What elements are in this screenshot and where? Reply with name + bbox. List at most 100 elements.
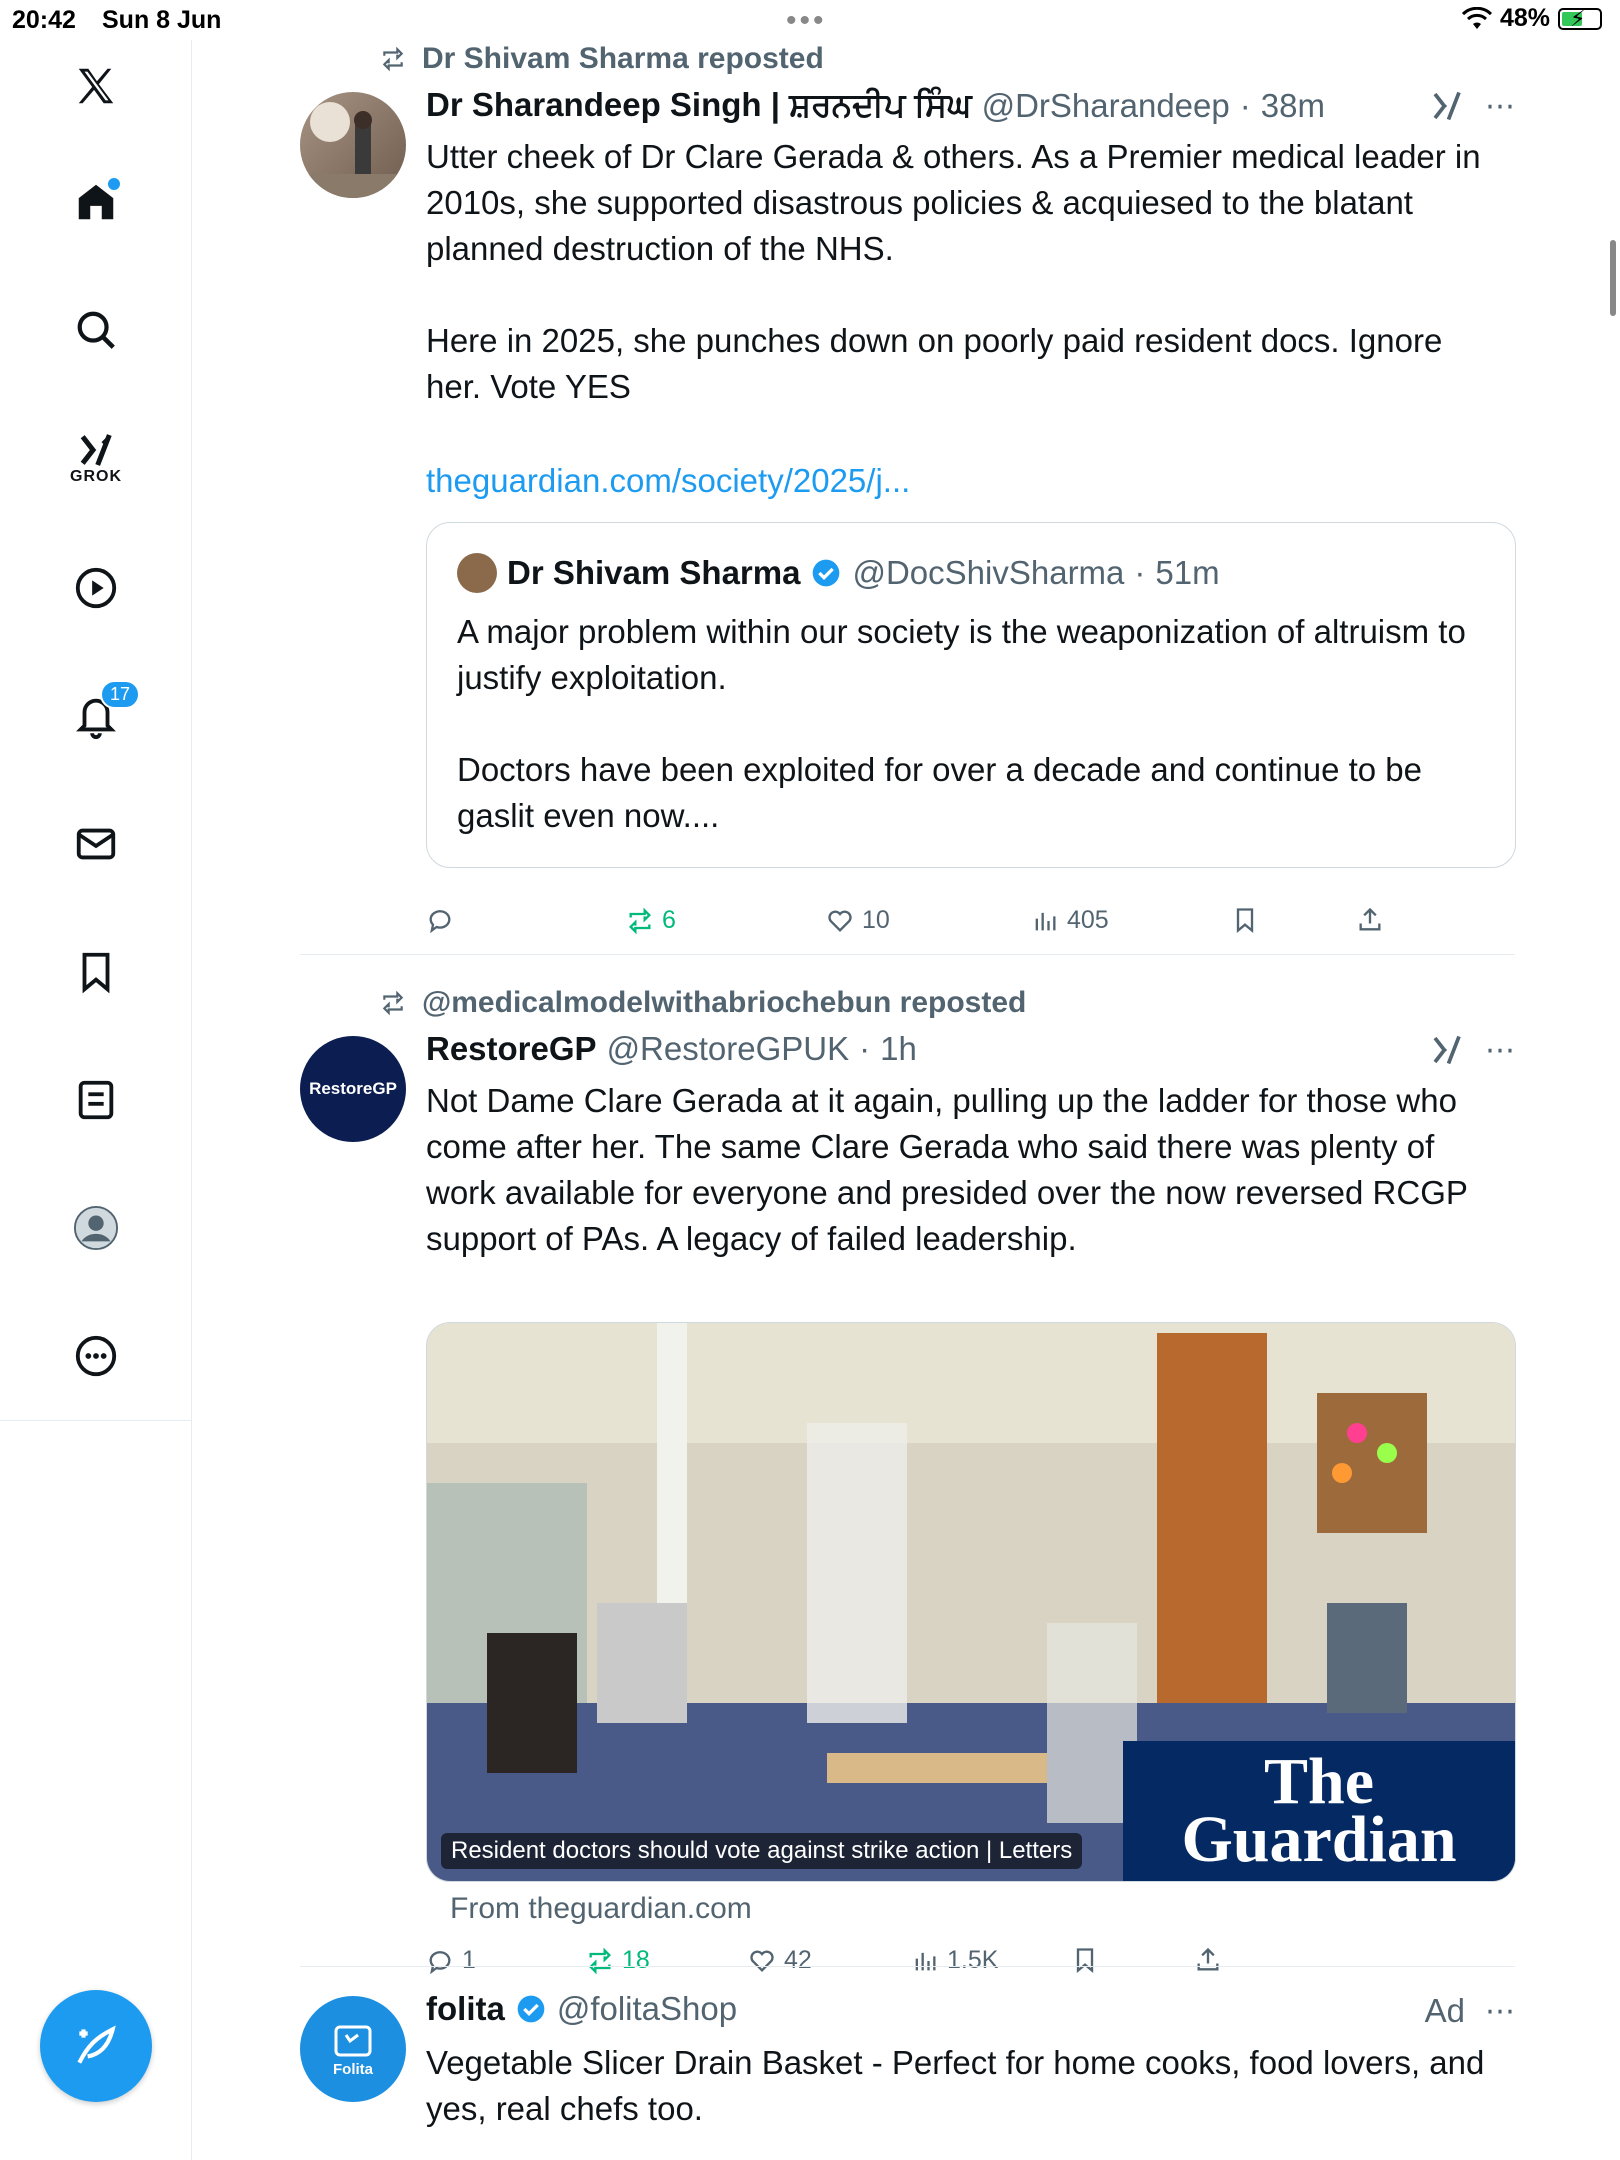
reply-icon xyxy=(429,1950,451,1974)
share-icon xyxy=(1359,907,1381,931)
post-divider xyxy=(300,954,1515,955)
post-text: Not Dame Clare Gerada at it again, pulli… xyxy=(426,1082,1477,1257)
search-icon[interactable] xyxy=(56,290,136,370)
avatar-logo-text: RestoreGP xyxy=(309,1079,397,1098)
author-avatar[interactable] xyxy=(300,92,406,198)
reply-icon xyxy=(429,910,451,934)
notifications-icon[interactable]: 17 xyxy=(56,676,141,756)
quote-time[interactable]: 51m xyxy=(1155,554,1219,592)
compose-post-button[interactable] xyxy=(40,1990,152,2102)
views-button[interactable]: 1.5K xyxy=(911,1946,998,1975)
post-time[interactable]: 1h xyxy=(880,1030,917,1068)
wifi-icon xyxy=(1461,6,1492,29)
views-count: 405 xyxy=(1067,906,1109,934)
author-avatar[interactable]: Folita xyxy=(300,1996,406,2102)
separator-dot: · xyxy=(1239,86,1251,124)
quoted-post[interactable]: Dr Shivam Sharma @DocShivSharma · 51m A … xyxy=(426,522,1516,868)
views-count: 1.5K xyxy=(947,1946,999,1974)
more-icon[interactable] xyxy=(56,1316,136,1396)
battery-icon: ⚡ xyxy=(1558,6,1602,31)
link-card-image[interactable]: Resident doctors should vote against str… xyxy=(426,1322,1516,1882)
author-name[interactable]: RestoreGP xyxy=(426,1030,597,1068)
post-header: RestoreGP @RestoreGPUK · 1h xyxy=(426,1030,917,1068)
post-header-right: Ad ⋯ xyxy=(1425,1992,1515,2030)
post-more-icon[interactable]: ⋯ xyxy=(1485,1033,1515,1068)
video-icon[interactable] xyxy=(56,548,136,628)
multitasking-dots-icon[interactable]: ••• xyxy=(786,4,827,38)
quote-avatar[interactable] xyxy=(457,553,497,593)
views-button[interactable]: 405 xyxy=(1031,906,1109,935)
repost-count: 18 xyxy=(622,1946,650,1974)
sidebar-divider xyxy=(0,1420,192,1421)
notifications-badge: 17 xyxy=(100,680,141,709)
status-time: 20:42 xyxy=(12,6,76,34)
post-text: Vegetable Slicer Drain Basket - Perfect … xyxy=(426,2044,1494,2127)
x-logo-icon[interactable] xyxy=(56,46,136,126)
author-name[interactable]: Dr Sharandeep Singh | ਸ਼ਰਨਦੀਪ ਸਿੰਘ xyxy=(426,86,972,125)
grok-explain-icon[interactable] xyxy=(1429,1032,1465,1068)
quote-header: Dr Shivam Sharma @DocShivSharma · 51m xyxy=(457,553,1220,593)
bookmark-button[interactable] xyxy=(1071,1946,1099,1974)
views-icon xyxy=(1035,912,1056,930)
repost-small-icon xyxy=(382,990,404,1016)
author-handle[interactable]: @folitaShop xyxy=(557,1990,737,2028)
post-header-right: ⋯ xyxy=(1429,1032,1515,1068)
post-header: folita @folitaShop xyxy=(426,1990,737,2028)
home-unread-dot xyxy=(108,178,120,190)
share-button[interactable] xyxy=(1356,906,1384,934)
scrollbar[interactable] xyxy=(1610,240,1616,316)
post-actions: 6 10 405 xyxy=(426,906,1426,946)
grok-explain-icon[interactable] xyxy=(1429,88,1465,124)
timeline-feed: Dr Shivam Sharma reposted Dr Sharandeep … xyxy=(300,40,1516,2160)
repost-by-label[interactable]: @medicalmodelwithabriochebun reposted xyxy=(422,986,1026,1020)
messages-icon[interactable] xyxy=(56,804,136,884)
repost-by-label[interactable]: Dr Shivam Sharma reposted xyxy=(422,42,824,76)
quote-text: A major problem within our society is th… xyxy=(457,613,1466,834)
verified-badge-icon xyxy=(813,559,840,587)
like-button[interactable]: 42 xyxy=(748,1946,812,1975)
repost-button[interactable]: 18 xyxy=(586,1946,650,1975)
bookmark-button[interactable] xyxy=(1231,906,1259,934)
share-button[interactable] xyxy=(1194,1946,1222,1974)
author-avatar[interactable]: RestoreGP xyxy=(300,1036,406,1142)
home-icon[interactable] xyxy=(56,162,136,242)
heart-icon xyxy=(750,1950,774,1972)
separator-dot: · xyxy=(1134,554,1146,591)
avatar-logo-text: Folita xyxy=(333,2060,373,2078)
profile-avatar-icon[interactable] xyxy=(56,1188,136,1268)
status-right: 48% ⚡ xyxy=(1461,4,1602,33)
lists-icon[interactable] xyxy=(56,1060,136,1140)
repost-indicator: @medicalmodelwithabriochebun reposted xyxy=(378,986,1026,1020)
author-handle[interactable]: @RestoreGPUK xyxy=(607,1030,850,1068)
like-button[interactable]: 10 xyxy=(826,906,890,935)
like-count: 42 xyxy=(784,1946,812,1974)
separator-dot: · xyxy=(859,1030,871,1067)
author-name[interactable]: folita xyxy=(426,1990,505,2028)
post-time[interactable]: 38m xyxy=(1261,87,1325,125)
ad-label: Ad xyxy=(1424,1992,1465,2029)
grok-label: GROK xyxy=(70,468,122,485)
folita-logo-icon xyxy=(334,2025,372,2056)
post-more-icon[interactable]: ⋯ xyxy=(1485,89,1515,124)
grok-icon[interactable]: GROK xyxy=(56,418,136,498)
repost-icon xyxy=(589,1947,611,1974)
bookmarks-icon[interactable] xyxy=(56,932,136,1012)
post-text: Utter cheek of Dr Clare Gerada & others.… xyxy=(426,138,1481,405)
post-divider xyxy=(300,1966,1515,1967)
post-header: Dr Sharandeep Singh | ਸ਼ਰਨਦੀਪ ਸਿੰਘ @DrSh… xyxy=(426,86,1325,125)
post-more-icon[interactable]: ⋯ xyxy=(1485,1994,1515,2029)
sidebar: GROK 17 xyxy=(0,40,192,2160)
author-handle[interactable]: @DrSharandeep xyxy=(982,87,1230,125)
repost-indicator: Dr Shivam Sharma reposted xyxy=(378,42,824,76)
views-icon xyxy=(915,1952,936,1970)
quote-author-handle[interactable]: @DocShivSharma xyxy=(852,554,1124,592)
quote-author-name[interactable]: Dr Shivam Sharma xyxy=(507,554,800,592)
repost-button[interactable]: 6 xyxy=(626,906,676,935)
post-link[interactable]: theguardian.com/society/2025/j... xyxy=(426,458,1506,504)
battery-percent: 48% xyxy=(1499,4,1550,32)
like-count: 10 xyxy=(862,906,890,934)
bookmark-icon xyxy=(1236,908,1254,933)
link-source[interactable]: From theguardian.com xyxy=(450,1892,752,1926)
reply-button[interactable]: 1 xyxy=(426,1946,476,1975)
reply-button[interactable] xyxy=(426,906,454,934)
